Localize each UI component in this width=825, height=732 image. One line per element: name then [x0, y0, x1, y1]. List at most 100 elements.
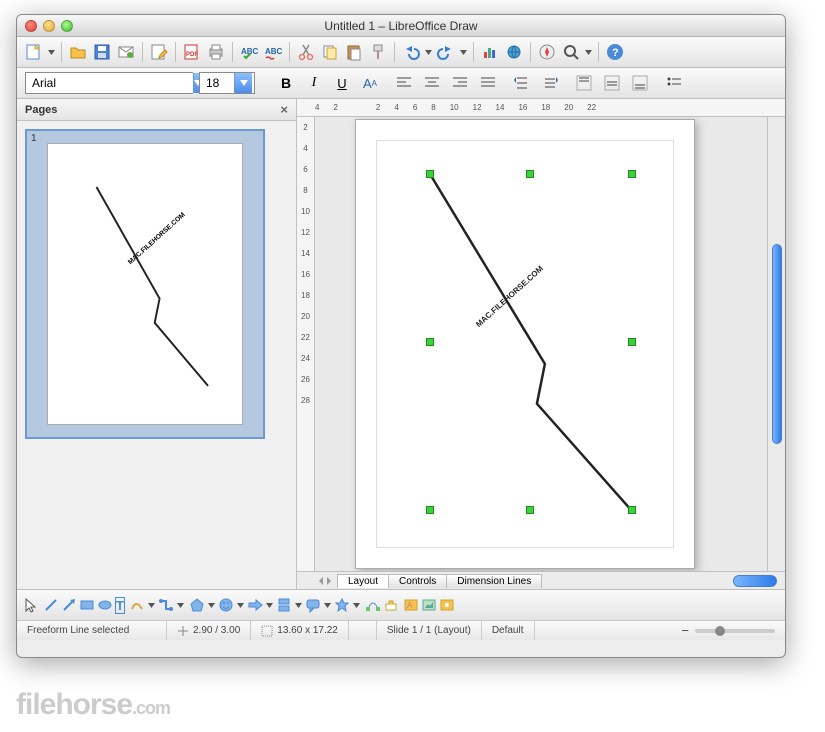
- flowchart-dropdown[interactable]: [294, 594, 303, 616]
- selection-handle[interactable]: [526, 170, 534, 178]
- stars-dropdown[interactable]: [352, 594, 361, 616]
- undo-button[interactable]: [400, 41, 422, 63]
- line-spacing-increase-button[interactable]: [511, 72, 533, 94]
- undo-dropdown[interactable]: [424, 41, 433, 63]
- selection-handle[interactable]: [628, 506, 636, 514]
- symbol-shapes-button[interactable]: [218, 597, 234, 613]
- export-pdf-button[interactable]: PDF: [181, 41, 203, 63]
- drawing-canvas[interactable]: MAC.FILEHORSE.COM: [315, 117, 767, 571]
- status-modified: [349, 621, 377, 640]
- glue-points-button[interactable]: [383, 597, 399, 613]
- connector-dropdown[interactable]: [176, 594, 185, 616]
- align-bottom-button[interactable]: [629, 72, 651, 94]
- selection-handle[interactable]: [426, 506, 434, 514]
- basic-shapes-button[interactable]: [189, 597, 205, 613]
- print-button[interactable]: [205, 41, 227, 63]
- rectangle-tool-button[interactable]: [79, 597, 95, 613]
- page-thumbnail[interactable]: 1 MAC.FILEHORSE.COM: [25, 129, 265, 439]
- copy-button[interactable]: [319, 41, 341, 63]
- zoom-button[interactable]: [560, 41, 582, 63]
- connector-tool-button[interactable]: [158, 597, 174, 613]
- new-dropdown[interactable]: [47, 41, 56, 63]
- stars-button[interactable]: [334, 597, 350, 613]
- bullet-list-button[interactable]: [663, 72, 685, 94]
- line-tool-button[interactable]: [43, 597, 59, 613]
- bold-button[interactable]: B: [275, 72, 297, 94]
- new-document-button[interactable]: [23, 41, 45, 63]
- block-arrows-dropdown[interactable]: [265, 594, 274, 616]
- underline-button[interactable]: U: [331, 72, 353, 94]
- navigator-button[interactable]: [536, 41, 558, 63]
- status-size: 13.60 x 17.22: [251, 621, 349, 640]
- arrow-tool-button[interactable]: [61, 597, 77, 613]
- gallery-button[interactable]: [439, 597, 455, 613]
- hyperlink-button[interactable]: [503, 41, 525, 63]
- redo-dropdown[interactable]: [459, 41, 468, 63]
- vertical-scrollbar[interactable]: [767, 117, 785, 571]
- align-justify-button[interactable]: [477, 72, 499, 94]
- status-position: 2.90 / 3.00: [167, 621, 251, 640]
- selection-handle[interactable]: [628, 170, 636, 178]
- callout-button[interactable]: [305, 597, 321, 613]
- edit-points-button[interactable]: [365, 597, 381, 613]
- selection-handle[interactable]: [628, 338, 636, 346]
- font-name-input[interactable]: [26, 73, 193, 93]
- zoom-out-button[interactable]: −: [681, 623, 689, 638]
- tab-layout[interactable]: Layout: [337, 574, 389, 588]
- align-center-button[interactable]: [421, 72, 443, 94]
- paste-button[interactable]: [343, 41, 365, 63]
- curve-tool-button[interactable]: [129, 597, 145, 613]
- ellipse-tool-button[interactable]: [97, 597, 113, 613]
- selection-handle[interactable]: [426, 338, 434, 346]
- page-surface[interactable]: MAC.FILEHORSE.COM: [355, 119, 695, 569]
- curve-dropdown[interactable]: [147, 594, 156, 616]
- selection-handle[interactable]: [426, 170, 434, 178]
- scrollbar-thumb[interactable]: [772, 244, 782, 444]
- align-right-button[interactable]: [449, 72, 471, 94]
- font-size-combo[interactable]: [199, 72, 255, 94]
- content-area: Pages × 1 MAC.FILEHORSE.COM 4 2: [17, 99, 785, 589]
- spellcheck-button[interactable]: ABC: [238, 41, 260, 63]
- titlebar: Untitled 1 – LibreOffice Draw: [17, 15, 785, 37]
- symbol-shapes-dropdown[interactable]: [236, 594, 245, 616]
- font-size-dropdown-button[interactable]: [234, 73, 252, 93]
- redo-button[interactable]: [435, 41, 457, 63]
- selection-handle[interactable]: [526, 506, 534, 514]
- tab-dimension-lines[interactable]: Dimension Lines: [446, 574, 542, 588]
- svg-text:PDF: PDF: [186, 52, 198, 58]
- horizontal-ruler[interactable]: 4 2 2 4 6 8 10 12 14 16 18 20 22: [297, 99, 785, 117]
- horizontal-scrollbar[interactable]: [733, 575, 777, 587]
- font-size-increase-button[interactable]: AA: [359, 72, 381, 94]
- callout-dropdown[interactable]: [323, 594, 332, 616]
- fontwork-button[interactable]: A: [403, 597, 419, 613]
- zoom-slider[interactable]: [695, 629, 775, 633]
- block-arrows-button[interactable]: [247, 597, 263, 613]
- chart-button[interactable]: [479, 41, 501, 63]
- align-left-button[interactable]: [393, 72, 415, 94]
- cut-button[interactable]: [295, 41, 317, 63]
- pages-panel-close-button[interactable]: ×: [280, 102, 288, 117]
- status-mode: Default: [482, 621, 535, 640]
- save-button[interactable]: [91, 41, 113, 63]
- align-middle-button[interactable]: [601, 72, 623, 94]
- open-button[interactable]: [67, 41, 89, 63]
- italic-button[interactable]: I: [303, 72, 325, 94]
- line-spacing-decrease-button[interactable]: [539, 72, 561, 94]
- zoom-slider-thumb[interactable]: [715, 626, 725, 636]
- font-size-input[interactable]: [200, 73, 234, 93]
- align-top-button[interactable]: [573, 72, 595, 94]
- text-tool-button[interactable]: T: [115, 597, 125, 614]
- flowchart-button[interactable]: [276, 597, 292, 613]
- email-button[interactable]: [115, 41, 137, 63]
- basic-shapes-dropdown[interactable]: [207, 594, 216, 616]
- select-tool-button[interactable]: [23, 597, 39, 613]
- format-paintbrush-button[interactable]: [367, 41, 389, 63]
- auto-spellcheck-button[interactable]: ABC: [262, 41, 284, 63]
- from-file-button[interactable]: [421, 597, 437, 613]
- zoom-dropdown[interactable]: [584, 41, 593, 63]
- tab-controls[interactable]: Controls: [388, 574, 447, 588]
- vertical-ruler[interactable]: 2 4 6 8 10 12 14 16 18 20 22 24 26 28: [297, 117, 315, 571]
- font-name-combo[interactable]: [25, 72, 193, 94]
- edit-mode-button[interactable]: [148, 41, 170, 63]
- help-button[interactable]: ?: [604, 41, 626, 63]
